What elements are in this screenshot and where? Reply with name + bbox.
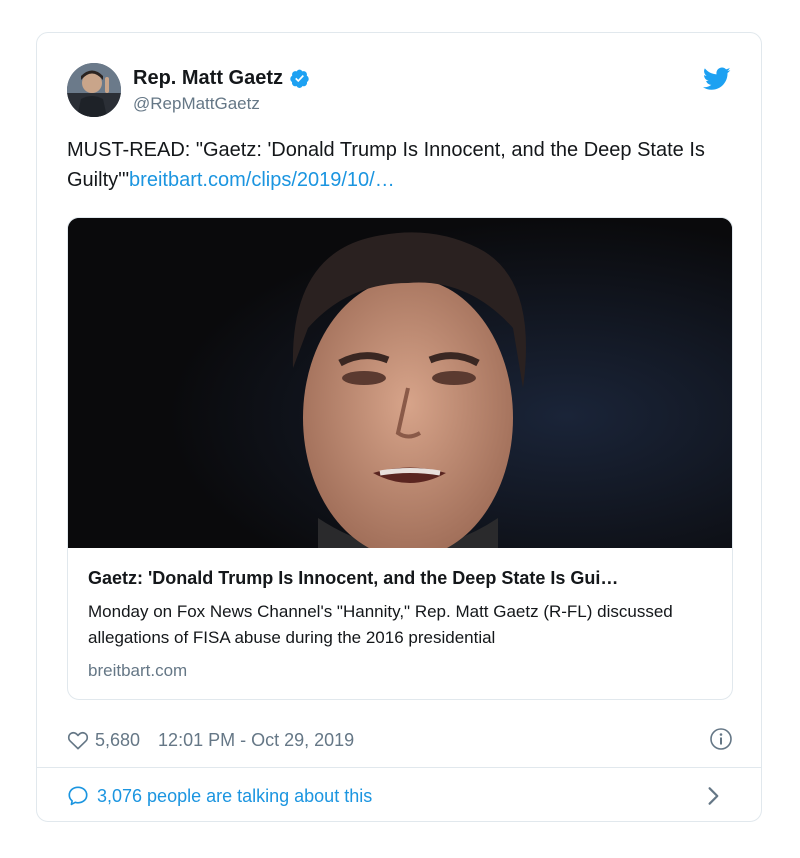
avatar-photo xyxy=(67,63,121,117)
card-body: Gaetz: 'Donald Trump Is Innocent, and th… xyxy=(88,568,718,681)
link-preview-card[interactable]: Gaetz: 'Donald Trump Is Innocent, and th… xyxy=(67,217,733,700)
divider xyxy=(37,767,761,768)
card-title: Gaetz: 'Donald Trump Is Innocent, and th… xyxy=(88,568,619,588)
conversation-text: 3,076 people are talking about this xyxy=(97,785,373,806)
twitter-bird-icon[interactable] xyxy=(703,67,731,91)
info-icon[interactable] xyxy=(709,727,733,751)
tweet-timestamp[interactable]: 12:01 PM - Oct 29, 2019 xyxy=(158,730,354,751)
tweet-link[interactable]: breitbart.com/clips/2019/10/… xyxy=(129,169,395,191)
conversation-link[interactable]: 3,076 people are talking about this xyxy=(67,781,733,811)
author-display-name[interactable]: Rep. Matt Gaetz xyxy=(133,67,283,90)
author-block: Rep. Matt Gaetz @RepMattGaetz xyxy=(133,67,310,114)
heart-icon xyxy=(67,731,89,750)
card-photo xyxy=(68,218,732,558)
author-handle[interactable]: @RepMattGaetz xyxy=(133,94,310,114)
card-domain: breitbart.com xyxy=(88,661,188,680)
tweet-text: MUST-READ: "Gaetz: 'Donald Trump Is Inno… xyxy=(67,135,737,195)
tweet-meta: 5,680 12:01 PM - Oct 29, 2019 xyxy=(67,725,733,755)
card-image xyxy=(68,218,732,558)
card-description: Monday on Fox News Channel's "Hannity," … xyxy=(88,602,673,647)
chevron-right-icon xyxy=(708,787,719,805)
verified-badge-icon xyxy=(290,69,309,88)
like-count: 5,680 xyxy=(95,729,141,750)
embedded-tweet: Rep. Matt Gaetz @RepMattGaetz MUST-READ:… xyxy=(36,32,762,822)
speech-bubble-icon xyxy=(68,786,88,806)
avatar[interactable] xyxy=(67,63,121,117)
like-button[interactable]: 5,680 xyxy=(67,730,140,751)
